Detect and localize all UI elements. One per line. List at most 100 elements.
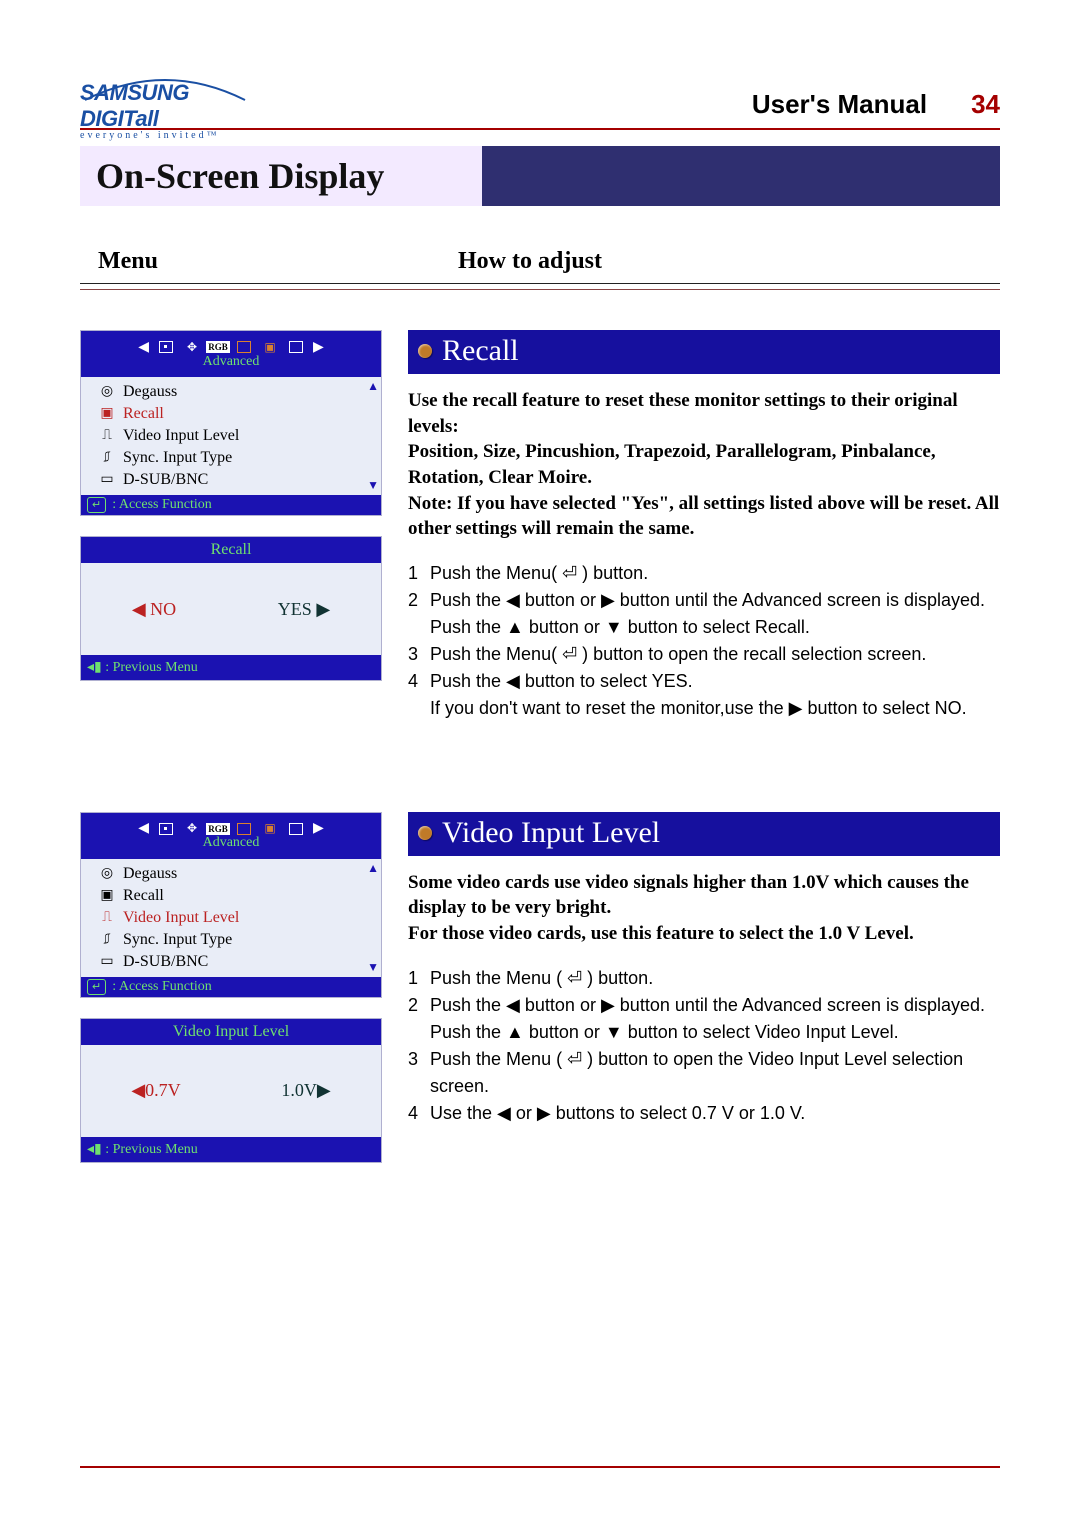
step-row: 3Push the Menu ( ⏎ ) button to open the … <box>408 1046 1000 1100</box>
step-row: 3Push the Menu( ⏎ ) button to open the r… <box>408 641 1000 668</box>
scroll-down-icon: ▼ <box>367 960 379 975</box>
popup-foot-recall: ◂▮ : Previous Menu <box>81 655 381 680</box>
step-row: 1Push the Menu ( ⏎ ) button. <box>408 965 1000 992</box>
osd-top-bar: ◀ ✥ RGB ▣ ▶ Advanced <box>81 813 381 859</box>
popup-prev-label: : Previous Menu <box>105 1142 198 1157</box>
osd-panel-recall: ◀ ✥ RGB ▣ ▶ Advanced ▲ ◎Degauss ▣Recall <box>80 330 382 516</box>
recall-icon: ▣ <box>99 885 115 907</box>
position-icon <box>157 339 175 355</box>
double-rule <box>80 283 1000 290</box>
step-row: 1Push the Menu( ⏎ ) button. <box>408 560 1000 587</box>
section-video-input: ◀ ✥ RGB ▣ ▶ Advanced ▲ ◎Degauss ▣Recall <box>80 812 1000 1163</box>
page: SAMSUNG DIGITall everyone's invited™ Use… <box>0 0 1080 1528</box>
page-header: SAMSUNG DIGITall everyone's invited™ Use… <box>80 80 1000 120</box>
size-icon: ✥ <box>183 821 201 837</box>
popup-body-recall: ◀ NO YES ▶ <box>81 563 381 655</box>
bullet-icon <box>418 344 432 358</box>
osd-item-video-level: ⎍Video Input Level <box>99 425 377 447</box>
step-row: Push the ▲ button or ▼ button to select … <box>408 614 1000 641</box>
osd-item-recall: ▣Recall <box>99 885 377 907</box>
title-band: On-Screen Display <box>80 146 1000 206</box>
monitor-icon: ▣ <box>261 821 279 837</box>
left-arrow-icon: ◀ <box>138 820 149 837</box>
osd-item-recall: ▣Recall <box>99 403 377 425</box>
osd-video-popup: Video Input Level ◀0.7V 1.0V▶ ◂▮ : Previ… <box>80 1018 382 1163</box>
aux-icon <box>287 821 305 837</box>
osd-item-sync: ⎎Sync. Input Type <box>99 447 377 469</box>
osd-access-bar: ↵ : Access Function <box>81 977 381 997</box>
osd-panel-video: ◀ ✥ RGB ▣ ▶ Advanced ▲ ◎Degauss ▣Recall <box>80 812 382 998</box>
size-icon: ✥ <box>183 339 201 355</box>
bullet-icon <box>418 826 432 840</box>
video-heading-bar: Video Input Level <box>408 812 1000 856</box>
right-arrow-icon: ▶ <box>313 820 324 837</box>
step-row: 2Push the ◀ button or ▶ button until the… <box>408 587 1000 614</box>
video-steps: 1Push the Menu ( ⏎ ) button. 2Push the ◀… <box>408 965 1000 1127</box>
step-row: 4Push the ◀ button to select YES. <box>408 668 1000 695</box>
aux-icon <box>287 339 305 355</box>
osd-advanced-label: Advanced <box>203 835 260 851</box>
step-row: 2Push the ◀ button or ▶ button until the… <box>408 992 1000 1019</box>
osd-item-dsub: ▭D-SUB/BNC <box>99 951 377 973</box>
osd-access-label: : Access Function <box>112 497 212 513</box>
scroll-down-icon: ▼ <box>367 478 379 493</box>
video-description: Some video cards use video signals highe… <box>408 870 1000 947</box>
col-head-howto: How to adjust <box>458 248 602 275</box>
popup-title-recall: Recall <box>81 537 381 563</box>
popup-prev-label: : Previous Menu <box>105 660 198 675</box>
title-dark-seg <box>482 146 1000 206</box>
osd-menu-list: ▲ ◎Degauss ▣Recall ⎍Video Input Level ⎎S… <box>81 859 381 977</box>
right-arrow-icon: ▶ <box>313 339 324 356</box>
recall-heading: Recall <box>442 334 519 368</box>
popup-07v-option: ◀0.7V <box>131 1080 180 1101</box>
osd-item-sync: ⎎Sync. Input Type <box>99 929 377 951</box>
scroll-up-icon: ▲ <box>367 861 379 876</box>
prev-menu-icon: ◂▮ <box>87 660 102 675</box>
video-heading: Video Input Level <box>442 816 660 850</box>
step-row: If you don't want to reset the monitor,u… <box>408 695 1000 722</box>
left-arrow-icon: ◀ <box>138 339 149 356</box>
degauss-icon: ◎ <box>99 863 115 885</box>
position-icon <box>157 821 175 837</box>
samsung-logo: SAMSUNG DIGITall everyone's invited™ <box>80 80 250 120</box>
osd-item-dsub: ▭D-SUB/BNC <box>99 469 377 491</box>
scroll-up-icon: ▲ <box>367 379 379 394</box>
osd-menu-list: ▲ ◎Degauss ▣Recall ⎍Video Input Level ⎎S… <box>81 377 381 495</box>
osd-recall-wrap: ◀ ✥ RGB ▣ ▶ Advanced ▲ ◎Degauss ▣Recall <box>80 330 380 681</box>
title-text: On-Screen Display <box>80 146 482 206</box>
step-row: Push the ▲ button or ▼ button to select … <box>408 1019 1000 1046</box>
recall-icon: ▣ <box>99 403 115 425</box>
recall-description: Use the recall feature to reset these mo… <box>408 388 1000 542</box>
osd-advanced-label: Advanced <box>203 354 260 370</box>
video-level-icon: ⎍ <box>99 425 115 447</box>
recall-content: Recall Use the recall feature to reset t… <box>408 330 1000 722</box>
sync-icon: ⎎ <box>99 929 115 951</box>
dsub-icon: ▭ <box>99 951 115 973</box>
osd-item-video-level: ⎍Video Input Level <box>99 907 377 929</box>
video-content: Video Input Level Some video cards use v… <box>408 812 1000 1127</box>
page-number: 34 <box>971 89 1000 119</box>
dsub-icon: ▭ <box>99 469 115 491</box>
col-head-menu: Menu <box>98 248 158 275</box>
video-level-icon: ⎍ <box>99 907 115 929</box>
osd-item-degauss: ◎Degauss <box>99 381 377 403</box>
sync-icon: ⎎ <box>99 447 115 469</box>
popup-no-option: ◀ NO <box>132 599 176 620</box>
step-row: 4Use the ◀ or ▶ buttons to select 0.7 V … <box>408 1100 1000 1127</box>
enter-icon: ↵ <box>87 979 106 995</box>
popup-10v-option: 1.0V▶ <box>281 1080 330 1101</box>
header-right: User's Manual 34 <box>752 89 1000 120</box>
footer-rule <box>80 1466 1000 1468</box>
section-recall: ◀ ✥ RGB ▣ ▶ Advanced ▲ ◎Degauss ▣Recall <box>80 330 1000 722</box>
osd-access-bar: ↵ : Access Function <box>81 495 381 515</box>
degauss-icon: ◎ <box>99 381 115 403</box>
popup-title-video: Video Input Level <box>81 1019 381 1045</box>
monitor-icon: ▣ <box>261 339 279 355</box>
popup-yes-option: YES ▶ <box>278 599 330 620</box>
logo-tagline: everyone's invited™ <box>80 130 250 141</box>
recall-steps: 1Push the Menu( ⏎ ) button. 2Push the ◀ … <box>408 560 1000 722</box>
osd-access-label: : Access Function <box>112 979 212 995</box>
osd-recall-popup: Recall ◀ NO YES ▶ ◂▮ : Previous Menu <box>80 536 382 681</box>
prev-menu-icon: ◂▮ <box>87 1142 102 1157</box>
column-headers: Menu How to adjust <box>80 248 1000 275</box>
